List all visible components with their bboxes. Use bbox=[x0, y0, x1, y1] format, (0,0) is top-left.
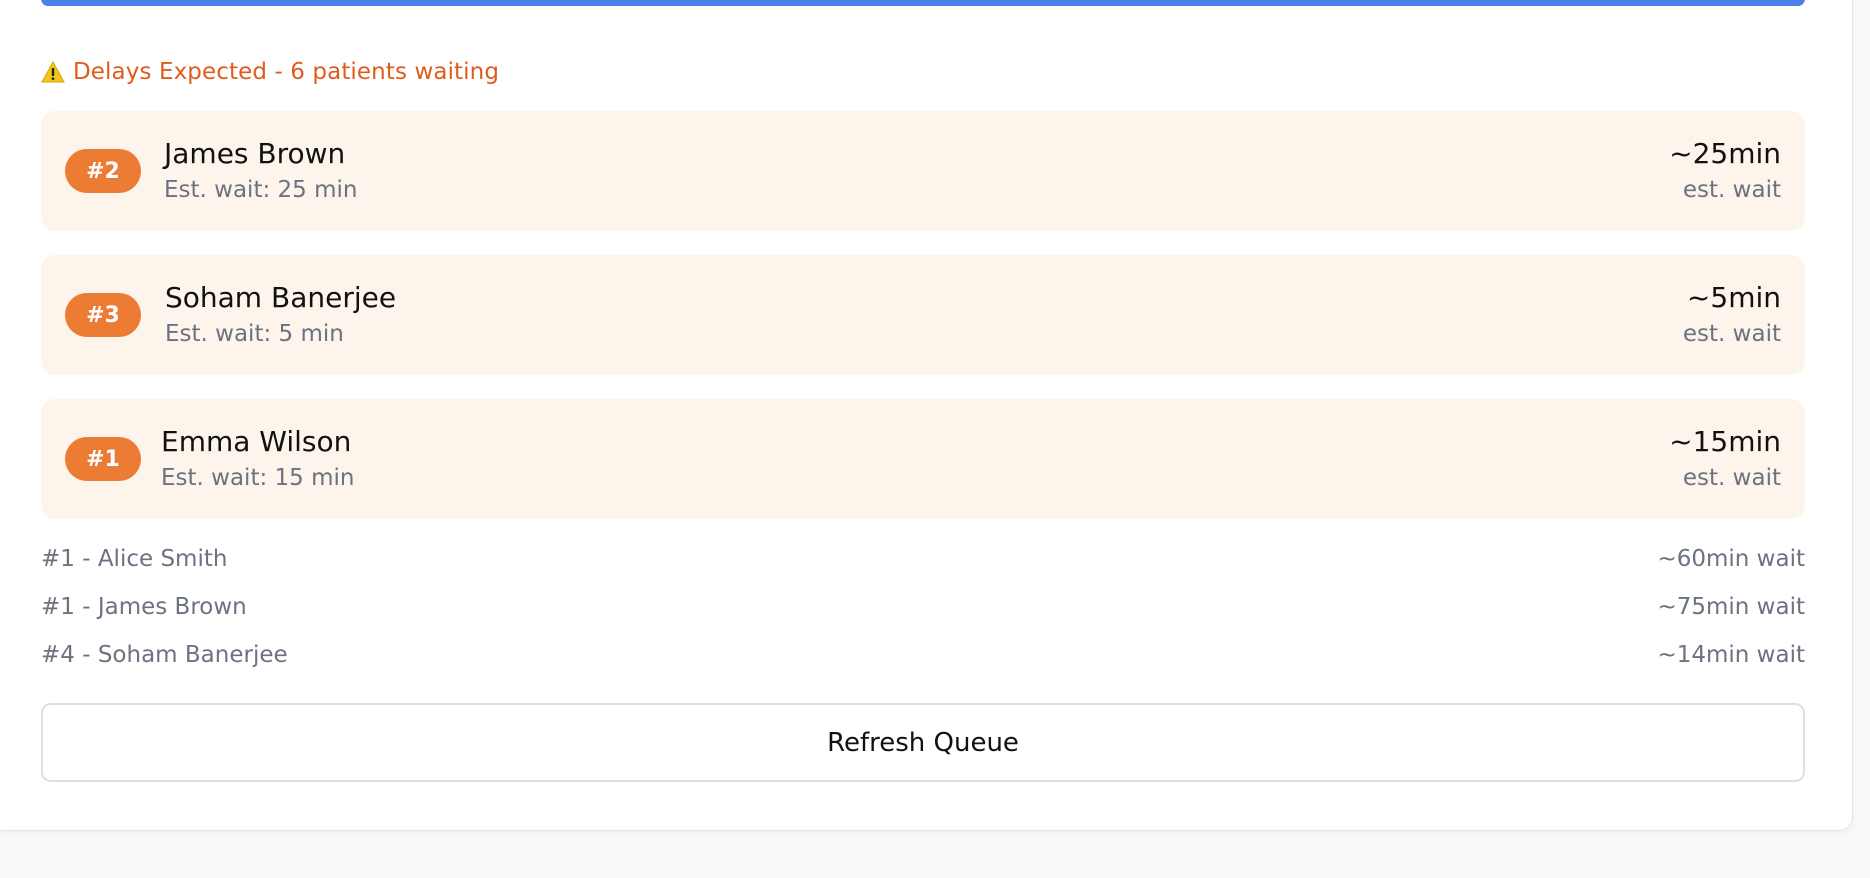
patient-card[interactable]: #1 Emma Wilson Est. wait: 15 min ~15min … bbox=[41, 399, 1805, 519]
patient-card[interactable]: #2 James Brown Est. wait: 25 min ~25min … bbox=[41, 111, 1805, 231]
delay-alert: Delays Expected - 6 patients waiting bbox=[41, 57, 499, 87]
wait-time-label: est. wait bbox=[1682, 177, 1781, 203]
queue-panel: Delays Expected - 6 patients waiting #2 … bbox=[0, 0, 1853, 831]
history-wait: ~60min wait bbox=[1657, 546, 1805, 572]
patient-est-wait: Est. wait: 5 min bbox=[165, 321, 344, 347]
history-label: #4 - Soham Banerjee bbox=[41, 642, 288, 668]
history-row: #4 - Soham Banerjee ~14min wait bbox=[41, 640, 1805, 670]
history-row: #1 - James Brown ~75min wait bbox=[41, 592, 1805, 622]
patient-est-wait: Est. wait: 15 min bbox=[161, 465, 355, 491]
patient-name: Soham Banerjee bbox=[165, 281, 397, 314]
history-wait: ~14min wait bbox=[1657, 642, 1805, 668]
history-label: #1 - James Brown bbox=[41, 594, 247, 620]
wait-time: ~15min bbox=[1669, 425, 1781, 458]
history-wait: ~75min wait bbox=[1657, 594, 1805, 620]
patient-est-wait: Est. wait: 25 min bbox=[164, 177, 358, 203]
wait-time-label: est. wait bbox=[1682, 321, 1781, 347]
warning-icon bbox=[41, 61, 65, 83]
progress-bar bbox=[41, 0, 1805, 6]
wait-time: ~5min bbox=[1686, 281, 1781, 314]
wait-time: ~25min bbox=[1669, 137, 1781, 170]
wait-time-label: est. wait bbox=[1682, 465, 1781, 491]
queue-position-badge: #3 bbox=[65, 293, 141, 337]
patient-name: James Brown bbox=[164, 137, 346, 170]
patient-card[interactable]: #3 Soham Banerjee Est. wait: 5 min ~5min… bbox=[41, 255, 1805, 375]
history-row: #1 - Alice Smith ~60min wait bbox=[41, 544, 1805, 574]
delay-alert-text: Delays Expected - 6 patients waiting bbox=[73, 59, 500, 85]
patient-name: Emma Wilson bbox=[161, 425, 352, 458]
refresh-queue-button[interactable]: Refresh Queue bbox=[41, 703, 1805, 782]
queue-position-badge: #1 bbox=[65, 437, 141, 481]
queue-position-badge: #2 bbox=[65, 149, 141, 193]
history-label: #1 - Alice Smith bbox=[41, 546, 228, 572]
